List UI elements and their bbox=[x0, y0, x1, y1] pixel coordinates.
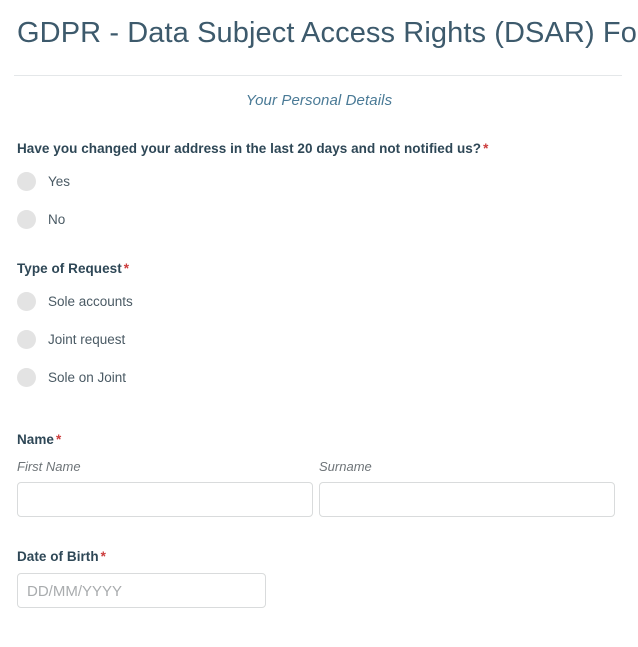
date-of-birth-input[interactable] bbox=[17, 573, 266, 608]
field-label-text: Date of Birth bbox=[17, 549, 99, 564]
radio-option-joint-request[interactable]: Joint request bbox=[17, 330, 621, 349]
first-name-input[interactable] bbox=[17, 482, 313, 517]
required-asterisk: * bbox=[55, 432, 62, 447]
form-body: Have you changed your address in the las… bbox=[0, 140, 638, 608]
field-label-text: Name bbox=[17, 432, 54, 447]
page-title: GDPR - Data Subject Access Rights (DSAR)… bbox=[17, 17, 638, 49]
required-asterisk: * bbox=[123, 261, 130, 276]
required-asterisk: * bbox=[100, 549, 106, 564]
field-label-text: Have you changed your address in the las… bbox=[17, 141, 482, 156]
field-label-text: Type of Request bbox=[17, 261, 122, 276]
sub-label-surname: Surname bbox=[319, 459, 372, 474]
radio-group-request-type: Sole accounts Joint request Sole on Join… bbox=[17, 292, 621, 387]
required-asterisk: * bbox=[483, 141, 489, 156]
radio-circle-icon[interactable] bbox=[17, 210, 36, 229]
field-label-request-type: Type of Request * bbox=[17, 260, 621, 278]
field-label-date-of-birth: Date of Birth * bbox=[17, 548, 621, 566]
field-date-of-birth: Date of Birth * bbox=[17, 548, 621, 608]
radio-option-sole-on-joint[interactable]: Sole on Joint bbox=[17, 368, 621, 387]
sub-label-first-name: First Name bbox=[17, 459, 81, 474]
dob-input-row bbox=[17, 573, 621, 608]
title-divider bbox=[14, 75, 622, 76]
name-sub-labels: First Name Surname bbox=[17, 458, 621, 475]
dsar-form-page: GDPR - Data Subject Access Rights (DSAR)… bbox=[0, 0, 638, 647]
field-label-name: Name * bbox=[17, 431, 621, 449]
name-input-row bbox=[17, 482, 621, 517]
radio-option-label: Sole accounts bbox=[48, 294, 133, 309]
surname-input[interactable] bbox=[319, 482, 615, 517]
radio-circle-icon[interactable] bbox=[17, 172, 36, 191]
field-name: Name * First Name Surname bbox=[17, 431, 621, 517]
radio-group-address-changed: Yes No bbox=[17, 172, 621, 229]
radio-option-label: No bbox=[48, 212, 66, 227]
radio-circle-icon[interactable] bbox=[17, 330, 36, 349]
radio-option-label: Yes bbox=[48, 174, 71, 189]
field-request-type: Type of Request * Sole accounts Joint req… bbox=[17, 260, 621, 387]
section-subtitle: Your Personal Details bbox=[245, 92, 393, 109]
radio-circle-icon[interactable] bbox=[17, 368, 36, 387]
field-label-address-changed: Have you changed your address in the las… bbox=[17, 140, 621, 158]
radio-option-label: Sole on Joint bbox=[48, 370, 127, 385]
radio-option-no[interactable]: No bbox=[17, 210, 621, 229]
radio-circle-icon[interactable] bbox=[17, 292, 36, 311]
radio-option-label: Joint request bbox=[48, 332, 126, 347]
radio-option-sole-accounts[interactable]: Sole accounts bbox=[17, 292, 621, 311]
radio-option-yes[interactable]: Yes bbox=[17, 172, 621, 191]
field-address-changed: Have you changed your address in the las… bbox=[17, 140, 621, 229]
